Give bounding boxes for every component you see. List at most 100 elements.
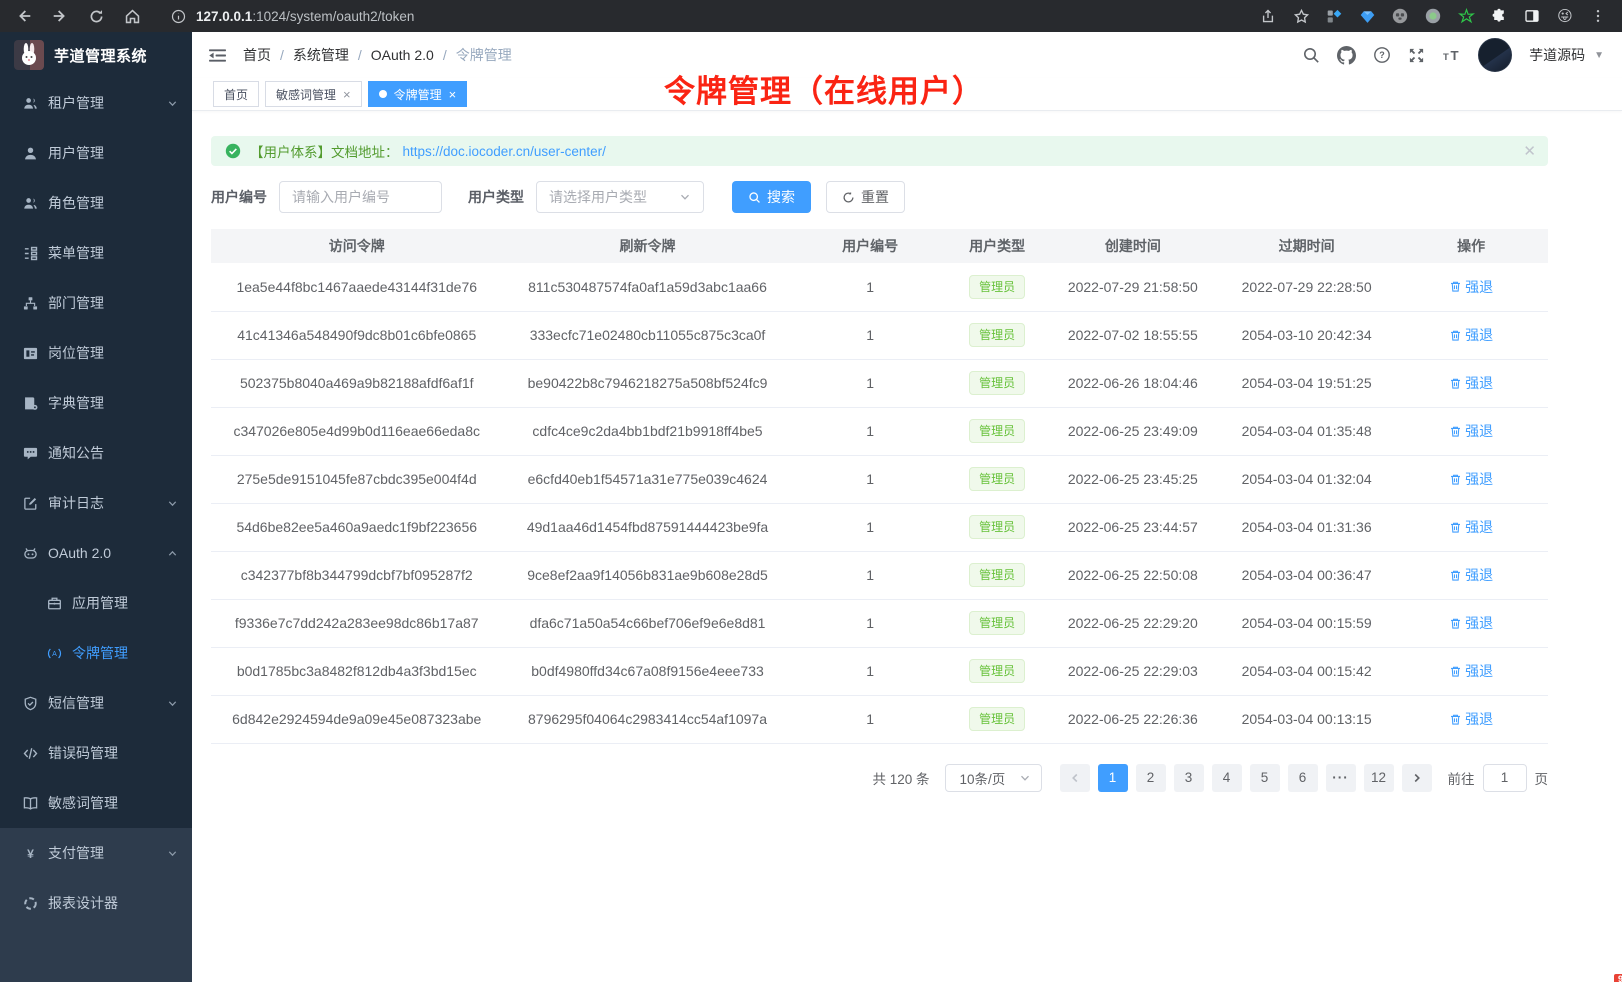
next-page-button[interactable]: [1402, 764, 1432, 792]
goto-page-input[interactable]: [1483, 764, 1527, 792]
page-button-1[interactable]: 1: [1098, 764, 1128, 792]
breadcrumb-item[interactable]: 系统管理: [293, 45, 349, 65]
chevron-down-icon: [679, 191, 691, 203]
page-button-2[interactable]: 2: [1136, 764, 1166, 792]
sidebar-item-label: 敏感词管理: [48, 793, 178, 813]
browser-reload-icon[interactable]: [86, 6, 106, 26]
bookmark-star-icon[interactable]: [1291, 6, 1311, 26]
tab-敏感词管理[interactable]: 敏感词管理 ×: [265, 81, 362, 107]
app-logo-row[interactable]: 芋道管理系统: [0, 32, 192, 78]
force-logout-button[interactable]: 强退: [1449, 565, 1493, 585]
trash-icon: [1449, 329, 1462, 342]
sidebar-item-post[interactable]: 岗位管理: [0, 328, 192, 378]
reset-button[interactable]: 重置: [826, 181, 905, 213]
sidebar-item-role[interactable]: 角色管理: [0, 178, 192, 228]
user-id-input[interactable]: [279, 181, 442, 213]
tab-label: 敏感词管理: [276, 86, 336, 103]
sidebar-item-dept[interactable]: 部门管理: [0, 278, 192, 328]
profile-emoji-icon[interactable]: 😜: [1555, 6, 1575, 26]
sidebar-item-token[interactable]: A令牌管理: [0, 628, 192, 678]
sidebar-item-audit[interactable]: 审计日志: [0, 478, 192, 528]
refresh-token-cell: be90422b8c7946218275a508bf524fc9: [502, 359, 792, 407]
app-logo-rabbit-icon: [14, 40, 44, 70]
page-button-6[interactable]: 6: [1288, 764, 1318, 792]
sidebar-item-dict[interactable]: 字典管理: [0, 378, 192, 428]
sidebar-item-report[interactable]: 报表设计器: [0, 878, 192, 928]
user-type-select[interactable]: 请选择用户类型: [536, 181, 704, 213]
tab-close-icon[interactable]: ×: [449, 88, 457, 101]
page-button-5[interactable]: 5: [1250, 764, 1280, 792]
trash-icon: [1449, 377, 1462, 390]
user-type-label: 用户类型: [468, 187, 524, 207]
search-icon[interactable]: [1302, 46, 1320, 64]
force-logout-button[interactable]: 强退: [1449, 517, 1493, 537]
page-button-4[interactable]: 4: [1212, 764, 1242, 792]
font-size-icon[interactable]: TT: [1442, 47, 1461, 64]
force-logout-button[interactable]: 强退: [1449, 421, 1493, 441]
force-logout-button[interactable]: 强退: [1449, 325, 1493, 345]
breadcrumb-item[interactable]: OAuth 2.0: [371, 47, 434, 63]
force-logout-button[interactable]: 强退: [1449, 373, 1493, 393]
browser-menu-icon[interactable]: [1588, 6, 1608, 26]
side-panel-icon[interactable]: [1522, 6, 1542, 26]
sidebar-item-notice[interactable]: 通知公告: [0, 428, 192, 478]
username[interactable]: 芋道源码: [1529, 45, 1585, 65]
fullscreen-icon[interactable]: [1408, 47, 1425, 64]
force-logout-button[interactable]: 强退: [1449, 709, 1493, 729]
github-icon[interactable]: [1337, 46, 1356, 65]
sidebar-item-sensitive[interactable]: 敏感词管理: [0, 778, 192, 828]
action-cell: 强退: [1394, 599, 1548, 647]
force-logout-button[interactable]: 强退: [1449, 613, 1493, 633]
breadcrumb-item[interactable]: 首页: [243, 45, 271, 65]
sidebar-item-menu[interactable]: 菜单管理: [0, 228, 192, 278]
share-icon[interactable]: [1258, 6, 1278, 26]
tab-close-icon[interactable]: ×: [343, 88, 351, 101]
page-size-select[interactable]: 10条/页: [945, 764, 1042, 792]
sidebar-item-label: 字典管理: [48, 393, 178, 413]
extension-monkey-icon[interactable]: [1390, 6, 1410, 26]
browser-home-icon[interactable]: [122, 6, 142, 26]
sidebar-item-app[interactable]: 应用管理: [0, 578, 192, 628]
alert-close-icon[interactable]: ✕: [1523, 142, 1536, 160]
sidebar-item-errcode[interactable]: 错误码管理: [0, 728, 192, 778]
tab-令牌管理[interactable]: 令牌管理×: [368, 81, 468, 107]
sidebar-item-user[interactable]: 用户管理: [0, 128, 192, 178]
user-type-cell: 管理员: [948, 695, 1047, 743]
chevron-down-icon[interactable]: ▼: [1594, 50, 1604, 61]
site-info-icon[interactable]: [168, 6, 188, 26]
force-logout-button[interactable]: 强退: [1449, 469, 1493, 489]
browser-back-icon[interactable]: [14, 6, 34, 26]
token-icon: A: [46, 646, 62, 661]
svg-text:A: A: [52, 651, 57, 658]
extension-star-icon[interactable]: [1456, 6, 1476, 26]
extension-grid-icon[interactable]: [1324, 6, 1344, 26]
sidebar-item-label: 岗位管理: [48, 343, 178, 363]
extensions-puzzle-icon[interactable]: [1489, 6, 1509, 26]
browser-forward-icon[interactable]: [50, 6, 70, 26]
user-id-cell: 1: [793, 455, 948, 503]
alert-doc-link[interactable]: https://doc.iocoder.cn/user-center/: [403, 144, 606, 159]
page-button-3[interactable]: 3: [1174, 764, 1204, 792]
access-token-cell: 1ea5e44f8bc1467aaede43144f31de76: [211, 263, 502, 311]
address-bar[interactable]: 127.0.0.1:1024/system/oauth2/token: [168, 6, 414, 26]
search-button[interactable]: 搜索: [732, 181, 811, 213]
access-token-cell: 502375b8040a469a9b82188afdf6af1f: [211, 359, 502, 407]
force-logout-button[interactable]: 强退: [1449, 277, 1493, 297]
page-ellipsis[interactable]: ···: [1326, 764, 1356, 792]
force-logout-button[interactable]: 强退: [1449, 661, 1493, 681]
user-type-cell: 管理员: [948, 311, 1047, 359]
avatar[interactable]: [1478, 38, 1512, 72]
tab-首页[interactable]: 首页: [213, 81, 259, 107]
sidebar-item-oauth[interactable]: OAuth 2.0: [0, 528, 192, 578]
extension-gem-icon[interactable]: [1357, 6, 1377, 26]
sidebar-item-tenant[interactable]: 租户管理: [0, 78, 192, 128]
sidebar-collapse-icon[interactable]: [208, 46, 227, 65]
page-button-12[interactable]: 12: [1364, 764, 1394, 792]
extension-record-icon[interactable]: [1423, 6, 1443, 26]
sidebar-item-pay[interactable]: ¥支付管理: [0, 828, 192, 878]
chevron-down-icon: [167, 698, 178, 709]
help-icon[interactable]: ?: [1373, 46, 1391, 64]
sidebar-item-sms[interactable]: 短信管理: [0, 678, 192, 728]
prev-page-button[interactable]: [1060, 764, 1090, 792]
user-type-cell: 管理员: [948, 359, 1047, 407]
